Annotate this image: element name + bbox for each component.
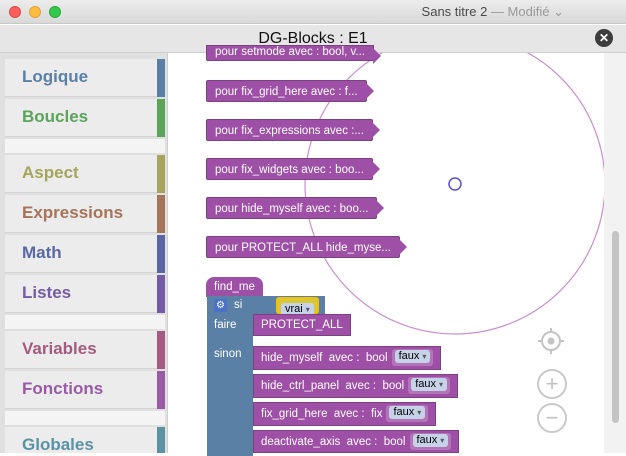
chevron-down-icon: ▾ bbox=[440, 436, 445, 446]
category-boucles[interactable]: Boucles bbox=[5, 99, 165, 137]
toolbox-separator bbox=[5, 139, 165, 153]
chevron-down-icon: ⌄ bbox=[553, 4, 564, 19]
chevron-down-icon: ▾ bbox=[305, 305, 310, 314]
category-color-bar bbox=[157, 427, 165, 453]
else-keyword: sinon bbox=[214, 348, 242, 360]
procedure-block-fix-grid-here[interactable]: pour fix_grid_here avec : f... bbox=[206, 80, 374, 102]
statement-hide-myself[interactable]: hide_myself avec : bool faux ▾ bbox=[253, 346, 442, 370]
statement-label: PROTECT_ALL bbox=[261, 319, 343, 331]
category-color-bar bbox=[157, 59, 165, 97]
category-label: Listes bbox=[22, 283, 72, 302]
category-label: Logique bbox=[22, 67, 89, 86]
dropdown-value: faux bbox=[415, 378, 437, 391]
window-titlebar: Sans titre 2 — Modifié ⌄ bbox=[0, 0, 626, 24]
statement-hide-ctrl-panel[interactable]: hide_ctrl_panel avec : bool faux ▾ bbox=[253, 374, 459, 398]
window-title-text: Sans titre 2 bbox=[421, 4, 488, 19]
statement-deactivate-axis[interactable]: deactivate_axis avec : bool faux ▾ bbox=[253, 430, 460, 453]
window-minimize-button[interactable] bbox=[29, 6, 41, 18]
statement-avec: avec : bbox=[328, 352, 360, 364]
close-icon[interactable]: ✕ bbox=[595, 29, 613, 47]
statement-label: hide_myself bbox=[261, 352, 323, 364]
category-listes[interactable]: Listes bbox=[5, 275, 165, 313]
toolbox-separator bbox=[5, 315, 165, 329]
gear-icon[interactable]: ⚙ bbox=[214, 299, 227, 312]
if-keyword: si bbox=[234, 299, 243, 311]
category-color-bar bbox=[157, 195, 165, 233]
statement-label: fix_grid_here bbox=[261, 408, 328, 420]
dropdown-value: faux bbox=[398, 350, 420, 363]
procedure-definition-find-me[interactable]: find_me bbox=[206, 277, 263, 297]
window-status: — Modifié bbox=[490, 4, 550, 19]
argument-slot: faux ▾ bbox=[409, 433, 452, 451]
argument-slot: faux ▾ bbox=[391, 349, 434, 367]
boolean-dropdown[interactable]: faux ▾ bbox=[412, 434, 449, 448]
procedure-block-fix-expressions[interactable]: pour fix_expressions avec :... bbox=[206, 119, 380, 141]
category-color-bar bbox=[157, 371, 165, 409]
statement-label: deactivate_axis bbox=[261, 436, 341, 448]
category-globales[interactable]: Globales bbox=[5, 427, 165, 453]
statement-avec: avec : bbox=[345, 380, 377, 392]
statement-protect-all[interactable]: PROTECT_ALL bbox=[253, 314, 351, 336]
procedure-block-setmode[interactable]: pour setmode avec : bool, v... bbox=[206, 45, 382, 64]
statement-avec: avec : bbox=[333, 408, 365, 420]
procedure-block-protect-all[interactable]: pour PROTECT_ALL hide_myse... bbox=[206, 236, 407, 258]
category-label: Math bbox=[22, 243, 62, 262]
boolean-dropdown[interactable]: faux ▾ bbox=[389, 406, 426, 420]
dropdown-value: faux bbox=[416, 434, 438, 447]
procedure-block-hide-myself[interactable]: pour hide_myself avec : boo... bbox=[206, 197, 385, 219]
category-color-bar bbox=[157, 235, 165, 273]
procedure-block-fix-widgets[interactable]: pour fix_widgets avec : boo... bbox=[206, 158, 380, 180]
category-label: Boucles bbox=[22, 107, 89, 126]
window-close-button[interactable] bbox=[9, 6, 21, 18]
scrollbar-thumb[interactable] bbox=[612, 231, 619, 423]
crosshair-icon bbox=[538, 328, 564, 354]
chevron-down-icon: ▾ bbox=[417, 408, 422, 418]
category-logique[interactable]: Logique bbox=[5, 59, 165, 97]
param-name: bool bbox=[383, 436, 406, 448]
category-label: Expressions bbox=[22, 203, 124, 222]
dropdown-value: faux bbox=[393, 406, 415, 419]
category-color-bar bbox=[157, 155, 165, 193]
statement-avec: avec : bbox=[346, 436, 378, 448]
toolbox: Logique Boucles Aspect Expressions Math … bbox=[0, 53, 168, 453]
boolean-dropdown[interactable]: faux ▾ bbox=[411, 378, 448, 392]
boolean-block-vrai[interactable]: vrai ▾ bbox=[276, 297, 319, 316]
circle-center-point[interactable] bbox=[448, 177, 462, 191]
category-aspect[interactable]: Aspect bbox=[5, 155, 165, 193]
do-keyword: faire bbox=[214, 319, 237, 331]
category-fonctions[interactable]: Fonctions bbox=[5, 371, 165, 409]
recenter-button[interactable] bbox=[536, 326, 566, 356]
category-label: Aspect bbox=[22, 163, 79, 182]
workspace-scrollbar[interactable] bbox=[604, 53, 626, 453]
boolean-dropdown[interactable]: faux ▾ bbox=[394, 350, 431, 364]
category-label: Globales bbox=[22, 435, 94, 453]
category-variables[interactable]: Variables bbox=[5, 331, 165, 369]
zoom-out-button[interactable]: − bbox=[537, 403, 567, 433]
chevron-down-icon: ▾ bbox=[422, 352, 427, 362]
category-math[interactable]: Math bbox=[5, 235, 165, 273]
category-color-bar bbox=[157, 331, 165, 369]
category-label: Variables bbox=[22, 339, 97, 358]
window-title[interactable]: Sans titre 2 — Modifié ⌄ bbox=[422, 4, 564, 20]
param-name: bool bbox=[382, 380, 405, 392]
param-name: bool bbox=[365, 352, 388, 364]
category-label: Fonctions bbox=[22, 379, 104, 398]
argument-slot: faux ▾ bbox=[386, 405, 429, 423]
category-color-bar bbox=[157, 275, 165, 313]
category-expressions[interactable]: Expressions bbox=[5, 195, 165, 233]
category-color-bar bbox=[157, 99, 165, 137]
zoom-in-button[interactable]: + bbox=[537, 369, 567, 399]
chevron-down-icon: ▾ bbox=[439, 380, 444, 390]
argument-slot: faux ▾ bbox=[408, 377, 451, 395]
statement-label: hide_ctrl_panel bbox=[261, 380, 340, 392]
statement-fix-grid-here[interactable]: fix_grid_here avec : fix faux ▾ bbox=[253, 402, 437, 426]
param-name: fix bbox=[370, 408, 383, 420]
toolbox-separator bbox=[5, 411, 165, 425]
window-maximize-button[interactable] bbox=[49, 6, 61, 18]
